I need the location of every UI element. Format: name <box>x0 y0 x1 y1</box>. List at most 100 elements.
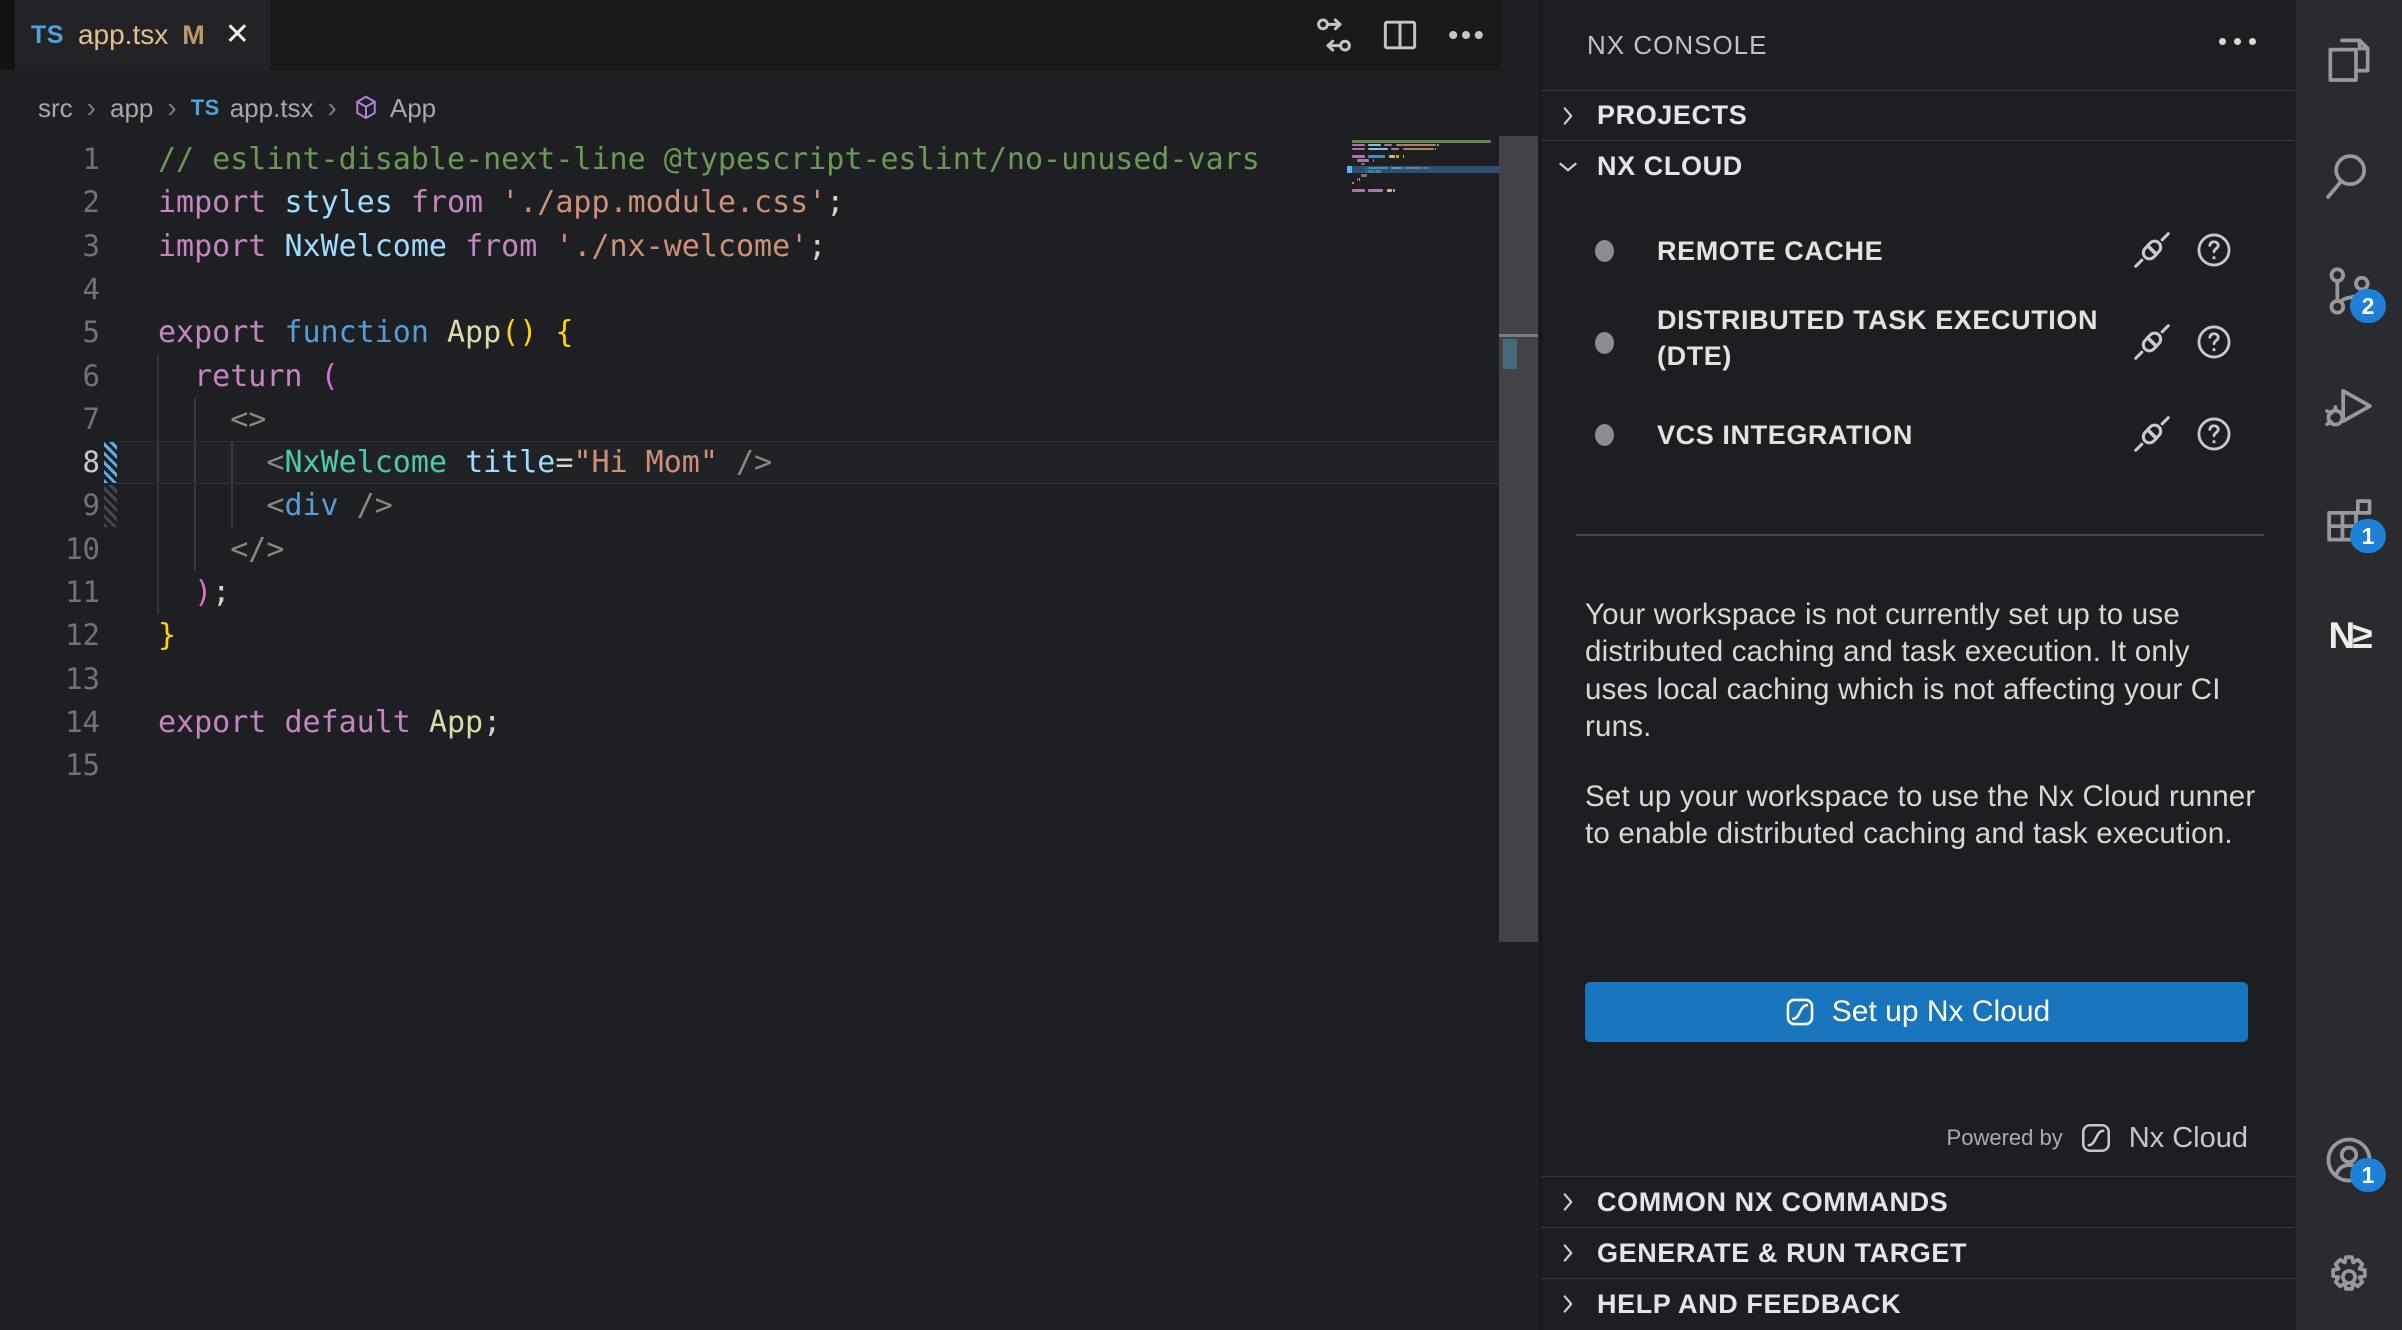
split-editor-icon[interactable] <box>1378 13 1422 57</box>
code-text: <> <box>158 398 266 441</box>
setup-nx-cloud-button[interactable]: Set up Nx Cloud <box>1585 982 2248 1042</box>
breadcrumb-item-app[interactable]: app <box>110 93 153 124</box>
tab-bar-left-strip <box>0 0 15 70</box>
question-icon[interactable] <box>2193 229 2235 271</box>
open-changes-icon[interactable] <box>1312 13 1356 57</box>
section-projects[interactable]: PROJECTS <box>1541 90 2296 140</box>
activity-run-debug[interactable] <box>2321 378 2377 434</box>
setup-hint-text: Set up your workspace to use the Nx Clou… <box>1585 778 2261 853</box>
ts-icon: TS <box>31 21 64 50</box>
code-line-5[interactable]: 5 export function App() { <box>0 311 1502 354</box>
code-text: export function App() { <box>158 311 573 354</box>
code-line-15[interactable]: 15 <box>0 744 1502 787</box>
code-line-10[interactable]: 10 </> <box>0 528 1502 571</box>
breadcrumb-separator: › <box>87 92 96 124</box>
chevron-right-icon <box>1555 103 1581 129</box>
line-number: 7 <box>0 398 100 441</box>
close-icon[interactable]: ✕ <box>225 20 250 50</box>
disconnect-icon[interactable] <box>2129 411 2175 457</box>
badge: 1 <box>2350 1158 2386 1192</box>
activity-source-control[interactable]: 2 <box>2321 263 2377 319</box>
code-line-4[interactable]: 4 <box>0 268 1502 311</box>
editor-scrollbar[interactable] <box>1499 136 1538 942</box>
symbol-cube-icon <box>351 93 381 123</box>
editor-area: TS app.tsx M ✕ src›app›TSapp.tsx›App 1//… <box>0 0 1502 1330</box>
activity-nx-console[interactable]: N≥ <box>2321 608 2377 664</box>
nx-cloud-webview: REMOTE CACHE DISTRIBUTED TASK EXECUTION … <box>1541 192 2296 1178</box>
question-icon[interactable] <box>2193 321 2235 363</box>
badge: 2 <box>2350 289 2386 323</box>
line-number: 15 <box>0 744 100 787</box>
breadcrumb: src›app›TSapp.tsx›App <box>38 86 436 130</box>
debug-icon <box>2321 378 2377 434</box>
code-line-13[interactable]: 13 <box>0 658 1502 701</box>
section-generate-run-target[interactable]: GENERATE & RUN TARGET <box>1541 1227 2296 1278</box>
section-label: GENERATE & RUN TARGET <box>1597 1238 1967 1269</box>
line-number: 6 <box>0 355 100 398</box>
chevron-right-icon <box>1555 1240 1581 1266</box>
nx-console-panel: NX CONSOLE PROJECTS NX CLOUD REMOTE CACH… <box>1540 0 2295 1330</box>
line-number: 10 <box>0 528 100 571</box>
question-icon[interactable] <box>2193 413 2235 455</box>
breadcrumb-separator: › <box>167 92 176 124</box>
chevron-down-icon <box>1555 154 1581 180</box>
divider <box>1576 534 2264 536</box>
breadcrumb-item-app-tsx[interactable]: TSapp.tsx <box>191 93 314 124</box>
section-common-nx-commands[interactable]: COMMON NX COMMANDS <box>1541 1176 2296 1227</box>
disconnect-icon[interactable] <box>2129 227 2175 273</box>
workspace-status-text: Your workspace is not currently set up t… <box>1585 596 2261 746</box>
code-line-2[interactable]: 2import styles from './app.module.css'; <box>0 181 1502 224</box>
status-bullet <box>1595 240 1614 262</box>
line-number: 5 <box>0 311 100 354</box>
code-text: // eslint-disable-next-line @typescript-… <box>158 138 1260 181</box>
section-nx-cloud[interactable]: NX CLOUD <box>1541 140 2296 192</box>
activity-settings[interactable] <box>2321 1249 2377 1305</box>
more-actions-icon[interactable] <box>2219 38 2256 45</box>
tab-app-tsx[interactable]: TS app.tsx M ✕ <box>15 0 270 70</box>
line-number: 1 <box>0 138 100 181</box>
line-number: 9 <box>0 484 100 527</box>
files-icon <box>2321 31 2377 87</box>
breadcrumb-item-app[interactable]: App <box>351 93 436 124</box>
tab-label: app.tsx <box>78 19 168 51</box>
panel-title: NX CONSOLE <box>1587 30 1768 61</box>
editor-toolbar <box>1312 13 1488 57</box>
minimap-current-line-highlight <box>1347 166 1506 174</box>
gutter-modified-indicator <box>104 485 117 526</box>
cloud-item-label: DISTRIBUTED TASK EXECUTION (DTE) <box>1657 302 2137 374</box>
code-line-11[interactable]: 11 ); <box>0 571 1502 614</box>
code-line-1[interactable]: 1 // eslint-disable-next-line @typescript… <box>0 138 1502 181</box>
code-text: export default App; <box>158 701 501 744</box>
tab-bar: TS app.tsx M ✕ <box>0 0 1502 70</box>
more-actions-icon[interactable] <box>1444 13 1488 57</box>
vscode-window: TS app.tsx M ✕ src›app›TSapp.tsx›App 1//… <box>0 0 2402 1330</box>
breadcrumb-item-src[interactable]: src <box>38 93 73 124</box>
code-line-3[interactable]: 3import NxWelcome from './nx-welcome'; <box>0 225 1502 268</box>
scrollbar-divider <box>1499 334 1538 337</box>
activity-explorer[interactable] <box>2321 31 2377 87</box>
gutter-modified-indicator <box>104 442 117 483</box>
disconnect-icon[interactable] <box>2129 319 2175 365</box>
line-number: 8 <box>0 441 100 484</box>
ts-icon: TS <box>191 93 221 123</box>
chevron-right-icon <box>1555 1291 1581 1317</box>
code-line-12[interactable]: 12} <box>0 614 1502 657</box>
code-line-8[interactable]: 8 <NxWelcome title="Hi Mom" /> <box>0 441 1502 484</box>
code-text: </> <box>158 528 284 571</box>
nx-cloud-brand-label: Nx Cloud <box>2129 1122 2248 1155</box>
code-line-14[interactable]: 14export default App; <box>0 701 1502 744</box>
code-line-9[interactable]: 9 <div /> <box>0 484 1502 527</box>
powered-by-label: Powered by <box>1947 1125 2063 1151</box>
code-text: ); <box>158 571 230 614</box>
code-text: import NxWelcome from './nx-welcome'; <box>158 225 826 268</box>
panel-header: NX CONSOLE <box>1541 0 2296 90</box>
section-help-and-feedback[interactable]: HELP AND FEEDBACK <box>1541 1278 2296 1329</box>
cloud-item-label: REMOTE CACHE <box>1657 233 2137 269</box>
activity-search[interactable] <box>2321 148 2377 204</box>
nx-cloud-logo-icon <box>1783 995 1817 1029</box>
code-line-7[interactable]: 7 <> <box>0 398 1502 441</box>
code-line-6[interactable]: 6 return ( <box>0 355 1502 398</box>
code-text: <div /> <box>158 484 393 527</box>
activity-account[interactable]: 1 <box>2321 1132 2377 1188</box>
activity-extensions[interactable]: 1 <box>2321 493 2377 549</box>
